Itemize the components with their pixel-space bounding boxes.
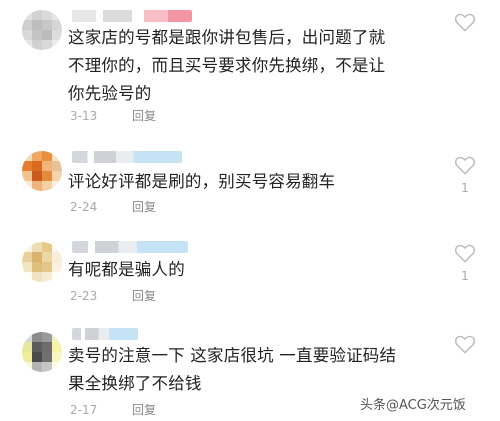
heart-outline-icon	[454, 13, 476, 32]
like-count: 1	[461, 269, 469, 283]
comment-date: 2-23	[70, 289, 98, 303]
reply-button[interactable]: 回复	[132, 198, 156, 215]
comment-date: 2-24	[70, 200, 98, 214]
comment-meta: 2-23 回复	[70, 287, 156, 304]
comment-text: 有呢都是骗人的	[68, 260, 185, 279]
avatar[interactable]	[22, 332, 62, 372]
heart-outline-icon	[454, 156, 476, 175]
username-blurred[interactable]	[72, 10, 192, 22]
comment-meta: 2-17 回复	[70, 401, 156, 418]
reply-button[interactable]: 回复	[132, 401, 156, 418]
like-button[interactable]: 1	[452, 155, 478, 195]
avatar[interactable]	[22, 151, 62, 191]
comment-item: 有呢都是骗人的 2-23 回复 1	[0, 232, 500, 312]
username-blurred[interactable]	[72, 328, 138, 340]
comment-item: 评论好评都是刷的，别买号容易翻车 2-24 回复 1	[0, 140, 500, 220]
comment-date: 2-17	[70, 403, 98, 417]
heart-outline-icon	[454, 335, 476, 354]
comment-text: 卖号的注意一下 这家店很坑 一直要验证码结果全换绑了不给钱	[68, 346, 397, 393]
like-button[interactable]: 1	[452, 243, 478, 283]
comment-meta: 2-24 回复	[70, 198, 156, 215]
username-blurred[interactable]	[72, 151, 182, 163]
comment-meta: 3-13 回复	[70, 107, 156, 124]
heart-outline-icon	[454, 244, 476, 263]
reply-button[interactable]: 回复	[132, 287, 156, 304]
watermark: 头条@ACG次元饭	[360, 398, 466, 413]
avatar[interactable]	[22, 10, 62, 50]
comment-item: 这家店的号都是跟你讲包售后，出问题了就不理你的，而且买号要求你先换绑，不是让你先…	[0, 0, 500, 130]
comment-text: 这家店的号都是跟你讲包售后，出问题了就不理你的，而且买号要求你先换绑，不是让你先…	[68, 28, 386, 103]
like-count: 1	[461, 181, 469, 195]
avatar[interactable]	[22, 242, 62, 282]
username-blurred[interactable]	[72, 241, 188, 253]
comment-text: 评论好评都是刷的，别买号容易翻车	[68, 172, 336, 191]
reply-button[interactable]: 回复	[132, 107, 156, 124]
like-button[interactable]	[452, 12, 478, 38]
comment-date: 3-13	[70, 109, 98, 123]
like-button[interactable]	[452, 334, 478, 360]
